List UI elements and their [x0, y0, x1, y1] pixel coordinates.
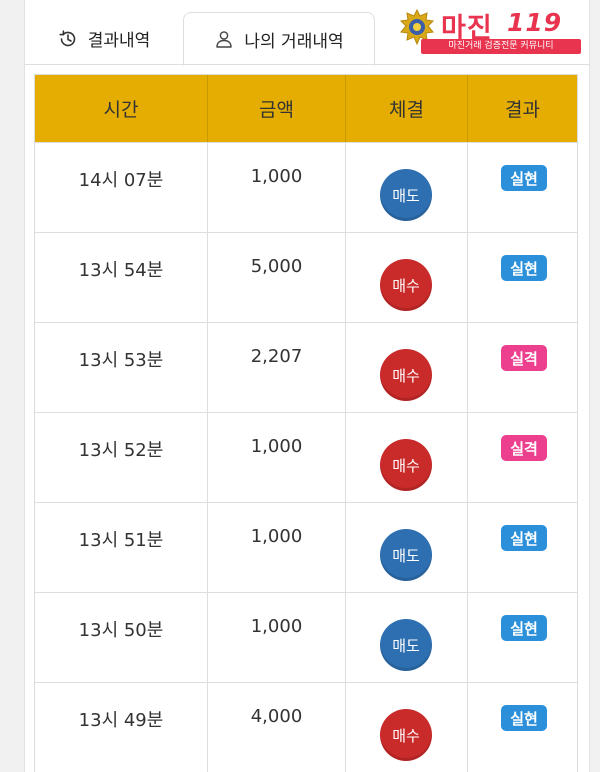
row-amount: 1,000	[250, 526, 303, 547]
tab-my-trades[interactable]: 나의 거래내역	[183, 12, 375, 66]
table-row: 13시 53분 2,207 매수 실격	[35, 322, 577, 412]
result-miss-badge: 실격	[501, 435, 547, 461]
row-amount: 1,000	[250, 436, 303, 457]
trade-history-panel: 결과내역 나의 거래내역 마진 119 마진거래 검증전문 커뮤니티 시간 금액…	[24, 0, 590, 772]
tab-results[interactable]: 결과내역	[25, 12, 183, 65]
trade-sell-badge: 매도	[380, 619, 432, 671]
result-hit-badge: 실현	[501, 705, 547, 731]
header-result: 결과	[505, 99, 540, 121]
logo-subtitle: 마진거래 검증전문 커뮤니티	[421, 39, 581, 54]
table-row: 13시 54분 5,000 매수 실현	[35, 232, 577, 322]
row-time: 13시 52분	[78, 440, 164, 461]
tab-divider	[25, 64, 589, 65]
row-amount: 1,000	[250, 166, 303, 187]
row-time: 13시 53분	[78, 350, 164, 371]
tab-results-label: 결과내역	[87, 31, 151, 51]
trade-sell-badge: 매도	[380, 529, 432, 581]
result-hit-badge: 실현	[501, 615, 547, 641]
user-icon	[214, 29, 234, 49]
site-logo[interactable]: 마진 119 마진거래 검증전문 커뮤니티	[395, 6, 589, 58]
row-time: 13시 50분	[78, 620, 164, 641]
table-row: 13시 49분 4,000 매수 실현	[35, 682, 577, 772]
row-time: 13시 54분	[78, 260, 164, 281]
tab-my-trades-label: 나의 거래내역	[244, 31, 344, 52]
result-miss-badge: 실격	[501, 345, 547, 371]
logo-number: 119	[507, 8, 563, 37]
result-hit-badge: 실현	[501, 525, 547, 551]
header-time: 시간	[35, 75, 208, 142]
trade-buy-badge: 매수	[380, 439, 432, 491]
table-header: 시간 금액 체결 결과	[35, 75, 577, 142]
trade-buy-badge: 매수	[380, 349, 432, 401]
row-amount: 5,000	[250, 256, 303, 277]
trade-buy-badge: 매수	[380, 709, 432, 761]
header-amount: 금액	[208, 75, 346, 142]
result-hit-badge: 실현	[501, 255, 547, 281]
row-amount: 2,207	[250, 346, 303, 367]
table-row: 13시 50분 1,000 매도 실현	[35, 592, 577, 682]
table-row: 13시 52분 1,000 매수 실격	[35, 412, 577, 502]
row-time: 14시 07분	[78, 170, 164, 191]
row-time: 13시 49분	[78, 710, 164, 731]
history-icon	[58, 29, 78, 49]
trade-sell-badge: 매도	[380, 169, 432, 221]
trade-table: 시간 금액 체결 결과 14시 07분 1,000 매도 실현 13시 54분 …	[34, 74, 578, 772]
row-time: 13시 51분	[78, 530, 164, 551]
row-amount: 4,000	[250, 706, 303, 727]
trade-buy-badge: 매수	[380, 259, 432, 311]
result-hit-badge: 실현	[501, 165, 547, 191]
tab-bar: 결과내역 나의 거래내역 마진 119 마진거래 검증전문 커뮤니티	[25, 0, 589, 66]
row-amount: 1,000	[250, 616, 303, 637]
table-row: 14시 07분 1,000 매도 실현	[35, 142, 577, 232]
header-trade: 체결	[346, 75, 468, 142]
table-row: 13시 51분 1,000 매도 실현	[35, 502, 577, 592]
